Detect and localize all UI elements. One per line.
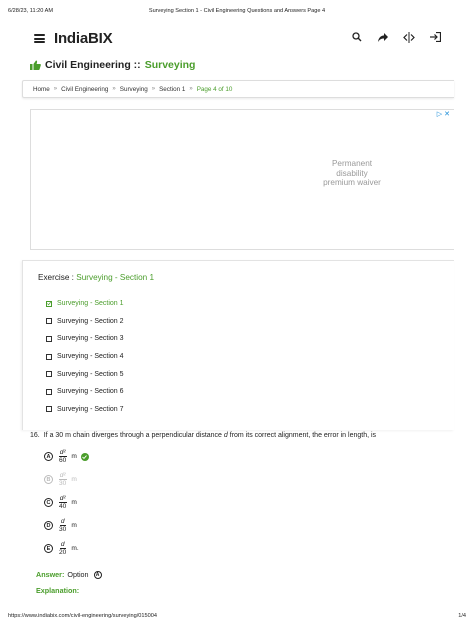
option-fraction: d² 40: [58, 495, 67, 511]
login-icon[interactable]: [426, 28, 444, 46]
breadcrumb-civil-engineering[interactable]: Civil Engineering: [61, 86, 108, 93]
breadcrumb-home[interactable]: Home: [33, 86, 50, 93]
thumbs-up-icon: [30, 60, 41, 70]
print-title: Surveying Section 1 - Civil Engineering …: [148, 8, 326, 14]
ad-text[interactable]: Permanent disability premium waiver: [321, 159, 383, 188]
checkbox-icon: [46, 353, 52, 360]
option-fraction: d² 60: [58, 449, 67, 465]
option-a[interactable]: A d² 60 m: [44, 449, 89, 465]
answer-text: Option: [67, 570, 89, 579]
option-letter: C: [44, 498, 53, 508]
category-label: Civil Engineering ::: [45, 59, 141, 71]
ad-choices-icon[interactable]: ▷ ✕: [437, 110, 450, 118]
checked-box-icon: [46, 300, 52, 307]
breadcrumb-current-page: Page 4 of 10: [196, 85, 233, 93]
option-fraction: d 20: [59, 541, 67, 557]
option-letter: A: [44, 452, 53, 462]
option-letter: B: [44, 475, 53, 485]
option-e[interactable]: E d 20 m.: [44, 541, 79, 557]
breadcrumb-section[interactable]: Section 1: [159, 86, 185, 93]
option-b[interactable]: B d² 30 m: [44, 472, 77, 488]
print-header: 6/28/23, 11:20 AM Surveying Section 1 - …: [8, 8, 466, 18]
site-logo[interactable]: IndiaBIX: [54, 30, 113, 47]
option-c[interactable]: C d² 40 m: [44, 495, 77, 511]
section-item[interactable]: Surveying - Section 5: [46, 365, 124, 383]
toggle-icon[interactable]: [400, 28, 418, 46]
checkbox-icon: [46, 371, 52, 378]
answer-letter: A: [93, 570, 102, 579]
question-text: 16. If a 30 m chain diverges through a pe…: [30, 432, 377, 439]
section-list: Surveying - Section 1 Surveying - Sectio…: [46, 295, 124, 418]
hamburger-menu-icon[interactable]: [34, 34, 45, 44]
option-fraction: d 30: [59, 518, 67, 534]
exercise-heading: Exercise : Surveying - Section 1: [38, 273, 155, 282]
option-fraction: d² 30: [58, 472, 67, 488]
checkbox-icon: [46, 388, 52, 395]
option-letter: D: [44, 521, 53, 531]
print-page-number: 1/4: [458, 613, 466, 619]
section-item[interactable]: Surveying - Section 1: [46, 295, 124, 313]
option-letter: E: [44, 544, 53, 554]
exercise-card: Exercise : Surveying - Section 1 Surveyi…: [22, 260, 454, 430]
option-d[interactable]: D d 30 m: [44, 518, 77, 534]
print-url: https://www.indiabix.com/civil-engineeri…: [8, 613, 157, 619]
checkbox-icon: [46, 335, 52, 342]
section-item[interactable]: Surveying - Section 7: [46, 401, 124, 419]
checkbox-icon: [46, 318, 52, 325]
top-navbar: IndiaBIX: [22, 25, 452, 53]
breadcrumb: Home » Civil Engineering » Surveying » S…: [22, 80, 454, 98]
subject-label[interactable]: Surveying: [145, 59, 196, 71]
section-item[interactable]: Surveying - Section 4: [46, 348, 124, 366]
search-icon[interactable]: [348, 28, 366, 46]
page-title: Civil Engineering :: Surveying: [30, 59, 195, 71]
correct-check-icon: [80, 452, 89, 461]
section-item[interactable]: Surveying - Section 6: [46, 383, 124, 401]
answer-label: Answer:: [36, 570, 65, 579]
section-item[interactable]: Surveying - Section 3: [46, 330, 124, 348]
answer-line: Answer: Option A: [36, 570, 102, 579]
share-icon[interactable]: [374, 28, 392, 46]
breadcrumb-surveying[interactable]: Surveying: [120, 86, 148, 93]
question-number: 16.: [30, 432, 40, 439]
explanation-label: Explanation:: [36, 586, 80, 595]
advertisement[interactable]: ▷ ✕ Permanent disability premium waiver: [30, 109, 454, 250]
checkbox-icon: [46, 406, 52, 413]
section-item[interactable]: Surveying - Section 2: [46, 313, 124, 331]
